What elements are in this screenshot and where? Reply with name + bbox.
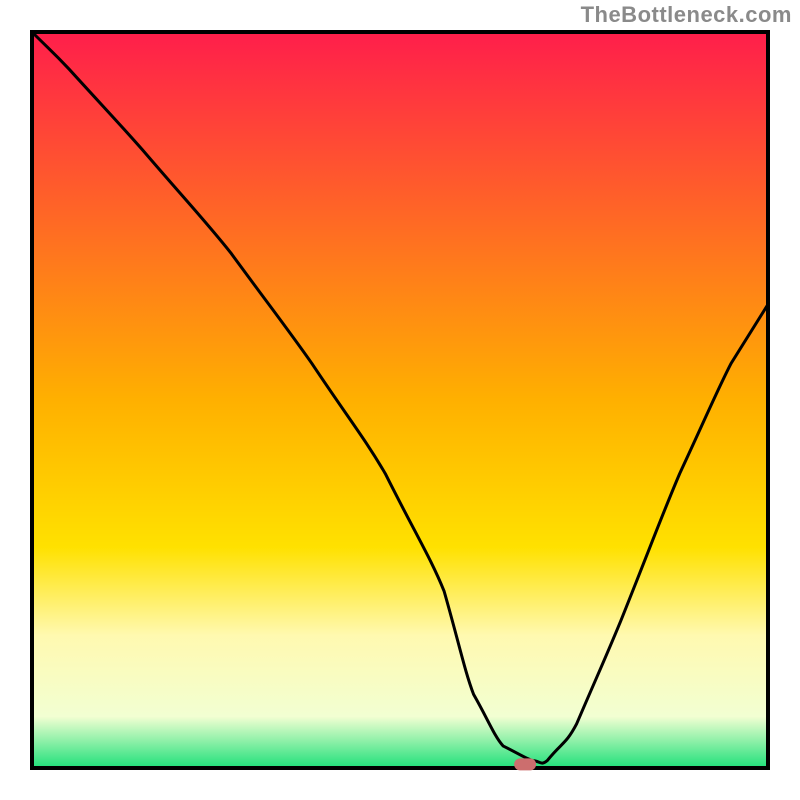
bottleneck-chart bbox=[0, 0, 800, 800]
optimal-marker bbox=[514, 758, 536, 770]
watermark-text: TheBottleneck.com bbox=[581, 2, 792, 28]
gradient-background bbox=[32, 32, 768, 768]
